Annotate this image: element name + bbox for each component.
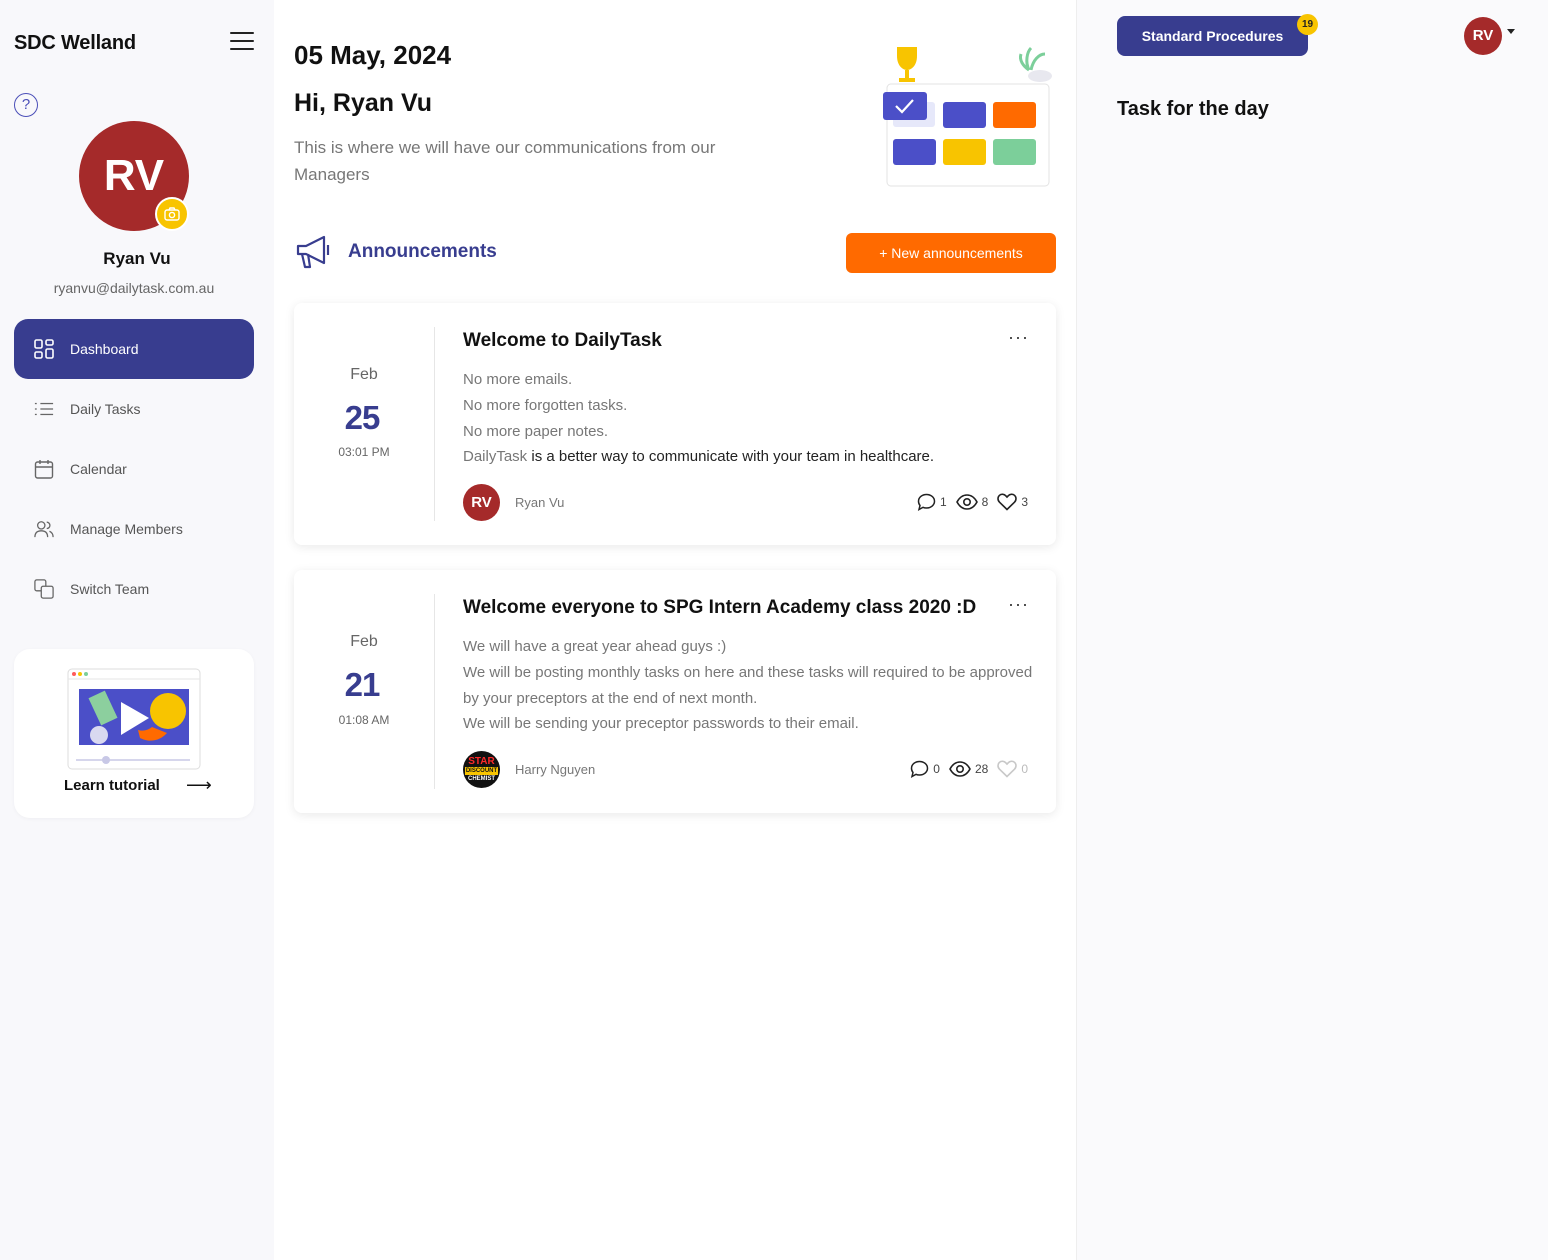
comments-count: 1: [939, 495, 947, 509]
comments-stat[interactable]: 1: [917, 493, 947, 511]
eye-icon: [949, 761, 971, 777]
arrow-right-icon: ⟶: [186, 775, 212, 795]
logo-text: DISCOUNT: [464, 766, 499, 775]
sidebar-item-label: Manage Members: [70, 521, 183, 537]
profile-name: Ryan Vu: [103, 249, 171, 268]
megaphone-icon: [296, 235, 330, 269]
main-content: 05 May, 2024 Hi, Ryan Vu This is where w…: [274, 0, 1076, 1260]
announcement-body: We will have a great year ahead guys :) …: [463, 634, 1033, 737]
new-announcement-button[interactable]: + New announcements: [846, 233, 1056, 273]
announcement-month: Feb: [350, 366, 378, 383]
likes-stat[interactable]: 3: [997, 493, 1028, 511]
right-panel: Standard Procedures 19 RV Task for the d…: [1076, 0, 1548, 1260]
tutorial-illustration: [67, 668, 201, 770]
logo-text: CHEMIST: [468, 775, 495, 782]
announcements-header: Announcements: [294, 234, 497, 270]
author-avatar: RV: [463, 484, 500, 521]
body-line: We will be sending your preceptor passwo…: [463, 715, 859, 733]
users-icon: [34, 519, 54, 539]
announcement-card: Feb 21 01:08 AM Welcome everyone to SPG …: [294, 570, 1056, 813]
user-avatar[interactable]: RV: [1464, 17, 1502, 55]
comment-icon: [911, 760, 929, 778]
sidebar-item-label: Daily Tasks: [70, 401, 141, 417]
switch-icon: [34, 579, 54, 599]
body-line: We will be posting monthly tasks on here…: [463, 663, 1033, 707]
announcements-title: Announcements: [348, 241, 497, 262]
views-count: 8: [981, 495, 989, 509]
heart-icon: [997, 493, 1018, 511]
notification-badge: 19: [1297, 14, 1318, 35]
profile-email: ryanvu@dailytask.com.au: [53, 280, 215, 296]
intro-text: This is where we will have our communica…: [294, 138, 716, 184]
team-name: SDC Welland: [14, 32, 136, 54]
list-icon: [34, 399, 54, 419]
announcement-card: Feb 25 03:01 PM Welcome to DailyTask ···…: [294, 303, 1056, 545]
likes-stat[interactable]: 0: [997, 760, 1028, 778]
learn-tutorial-label: Learn tutorial: [64, 777, 160, 794]
heart-icon: [997, 760, 1018, 778]
greeting: Hi, Ryan Vu: [294, 89, 432, 117]
announcement-stats: 0 28 0: [901, 760, 1028, 778]
sidebar-item-label: Calendar: [70, 461, 127, 477]
more-options-icon[interactable]: ···: [1008, 327, 1029, 348]
task-for-the-day-title: Task for the day: [1117, 98, 1269, 120]
sidebar-item-switch-team[interactable]: Switch Team: [14, 559, 254, 619]
announcement-author: STAR DISCOUNT CHEMIST Harry Nguyen: [463, 751, 595, 788]
comment-icon: [917, 493, 936, 511]
author-name: Ryan Vu: [515, 495, 565, 510]
more-options-icon[interactable]: ···: [1008, 594, 1029, 615]
announcement-month: Feb: [350, 633, 378, 650]
body-line: No more paper notes.: [463, 422, 609, 440]
author-name: Harry Nguyen: [515, 762, 596, 777]
announcement-author: RV Ryan Vu: [463, 484, 564, 521]
body-line: DailyTask is a better way to communicate…: [463, 444, 1033, 470]
sidebar: SDC Welland ? RV Ryan Vu ryanvu@dailytas…: [0, 0, 274, 1260]
likes-count: 3: [1021, 495, 1028, 509]
sidebar-nav: Dashboard Daily Tasks Calendar Manage Me…: [14, 319, 254, 619]
camera-icon[interactable]: [155, 197, 189, 231]
sidebar-item-daily-tasks[interactable]: Daily Tasks: [14, 379, 254, 439]
eye-icon: [955, 494, 978, 510]
sidebar-item-label: Switch Team: [70, 581, 150, 597]
chevron-down-icon[interactable]: [1507, 29, 1515, 34]
help-icon[interactable]: ?: [14, 93, 38, 117]
views-stat[interactable]: 8: [955, 494, 989, 510]
app-name-text: DailyTask: [463, 448, 528, 466]
divider: [434, 594, 435, 789]
likes-count: 0: [1021, 762, 1028, 776]
announcement-day: 25: [344, 399, 381, 436]
body-line: We will have a great year ahead guys :): [463, 638, 727, 655]
views-stat[interactable]: 28: [949, 761, 988, 777]
dashboard-grid-icon: [34, 339, 54, 359]
announcement-day: 21: [344, 666, 381, 703]
divider: [434, 327, 435, 521]
sidebar-item-manage-members[interactable]: Manage Members: [14, 499, 254, 559]
body-line: No more forgotten tasks.: [463, 396, 628, 414]
announcement-time: 01:08 AM: [338, 713, 390, 727]
comments-stat[interactable]: 0: [910, 760, 940, 778]
learn-tutorial-card[interactable]: Learn tutorial ⟶: [14, 649, 254, 818]
sidebar-item-label: Dashboard: [70, 341, 139, 357]
dashboard-illustration: [883, 46, 1052, 187]
standard-procedures-button[interactable]: Standard Procedures: [1117, 16, 1308, 56]
announcement-body: No more emails. No more forgotten tasks.…: [463, 367, 1033, 470]
current-date: 05 May, 2024: [294, 40, 452, 70]
comments-count: 0: [933, 762, 940, 776]
announcement-title[interactable]: Welcome to DailyTask: [463, 330, 662, 352]
announcement-time: 03:01 PM: [338, 445, 390, 459]
views-count: 28: [974, 762, 989, 776]
announcement-title[interactable]: Welcome everyone to SPG Intern Academy c…: [463, 597, 976, 619]
announcement-stats: 1 8 3: [908, 493, 1028, 511]
sidebar-item-calendar[interactable]: Calendar: [14, 439, 254, 499]
body-line: No more emails.: [463, 371, 573, 388]
author-logo: STAR DISCOUNT CHEMIST: [463, 751, 500, 788]
sidebar-item-dashboard[interactable]: Dashboard: [14, 319, 254, 379]
body-line-rest: is a better way to communicate with your…: [527, 448, 935, 466]
calendar-icon: [34, 459, 54, 479]
logo-text: STAR: [468, 755, 495, 767]
hamburger-menu-icon[interactable]: [230, 32, 254, 52]
